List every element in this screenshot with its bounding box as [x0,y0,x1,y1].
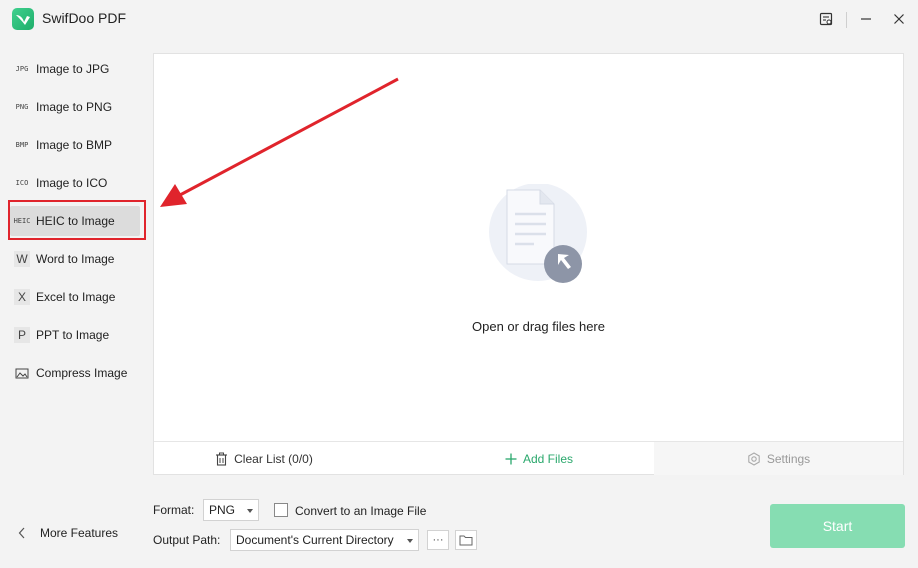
close-icon[interactable] [887,8,911,30]
feedback-icon[interactable] [814,8,838,30]
format-select[interactable]: PNG [203,499,259,521]
sidebar-item-image-to-png[interactable]: PNG Image to PNG [10,92,140,122]
sidebar-item-excel-to-image[interactable]: X Excel to Image [10,282,140,312]
settings-label: Settings [766,451,811,466]
output-path-value: Document's Current Directory [236,533,394,547]
gear-icon [747,451,761,466]
word-icon: W [14,251,30,267]
drop-files-illustration [489,184,587,283]
format-label: Format: [153,503,195,517]
folder-icon [459,535,473,546]
drop-instruction: Open or drag files here [472,319,605,334]
output-path-select[interactable]: Document's Current Directory [230,529,419,551]
excel-icon: X [14,289,30,305]
compress-icon [14,366,30,380]
browse-path-button[interactable]: ··· [427,530,449,550]
app-title: SwifDoo PDF [42,10,127,26]
sidebar-item-label: Image to PNG [36,100,113,114]
more-features-button[interactable]: More Features [18,522,118,544]
ppt-icon: P [14,327,30,343]
annotation-highlight-box [8,200,146,240]
settings-button[interactable]: Settings [654,442,903,475]
more-features-label: More Features [40,526,119,540]
output-path-label: Output Path: [153,533,221,547]
sidebar-item-image-to-ico[interactable]: ICO Image to ICO [10,168,140,198]
title-bar: SwifDoo PDF [0,0,918,40]
start-button[interactable]: Start [770,504,905,548]
sidebar-item-compress-image[interactable]: Compress Image [10,358,140,388]
app-logo [12,8,34,30]
sidebar-item-image-to-bmp[interactable]: BMP Image to BMP [10,130,140,160]
png-icon: PNG [15,103,29,111]
sidebar-item-ppt-to-image[interactable]: P PPT to Image [10,320,140,350]
convert-image-checkbox[interactable] [274,503,288,517]
sidebar-item-word-to-image[interactable]: W Word to Image [10,244,140,274]
sidebar-item-label: Image to BMP [36,138,113,152]
add-files-button[interactable]: Add Files [434,442,644,475]
panel-footer: Clear List (0/0) Add Files Settings [154,441,903,475]
sidebar-item-label: PPT to Image [36,328,110,342]
plus-icon [505,453,517,465]
title-separator [846,12,847,28]
sidebar-item-label: Word to Image [36,252,115,266]
file-panel: Open or drag files here Clear List (0/0)… [153,53,904,475]
format-value: PNG [209,503,236,517]
bmp-icon: BMP [15,141,29,149]
sidebar-item-label: Image to ICO [36,176,108,190]
minimize-icon[interactable] [854,8,878,30]
convert-image-label[interactable]: Convert to an Image File [295,504,426,518]
ico-icon: ICO [15,179,29,187]
chevron-down-icon [247,509,253,513]
trash-icon [215,452,228,466]
clear-list-button[interactable]: Clear List (0/0) [154,442,374,475]
jpg-icon: JPG [15,65,29,73]
sidebar-item-label: Excel to Image [36,290,116,304]
more-dots-icon: ··· [432,533,444,546]
drop-zone[interactable]: Open or drag files here [154,54,903,441]
sidebar-item-label: Compress Image [36,366,128,380]
chevron-left-icon [18,527,25,539]
open-folder-button[interactable] [455,530,477,550]
chevron-down-icon [407,539,413,543]
add-files-label: Add Files [522,451,574,466]
clear-list-label: Clear List (0/0) [234,451,313,466]
sidebar-item-label: Image to JPG [36,62,110,76]
sidebar-item-image-to-jpg[interactable]: JPG Image to JPG [10,54,140,84]
